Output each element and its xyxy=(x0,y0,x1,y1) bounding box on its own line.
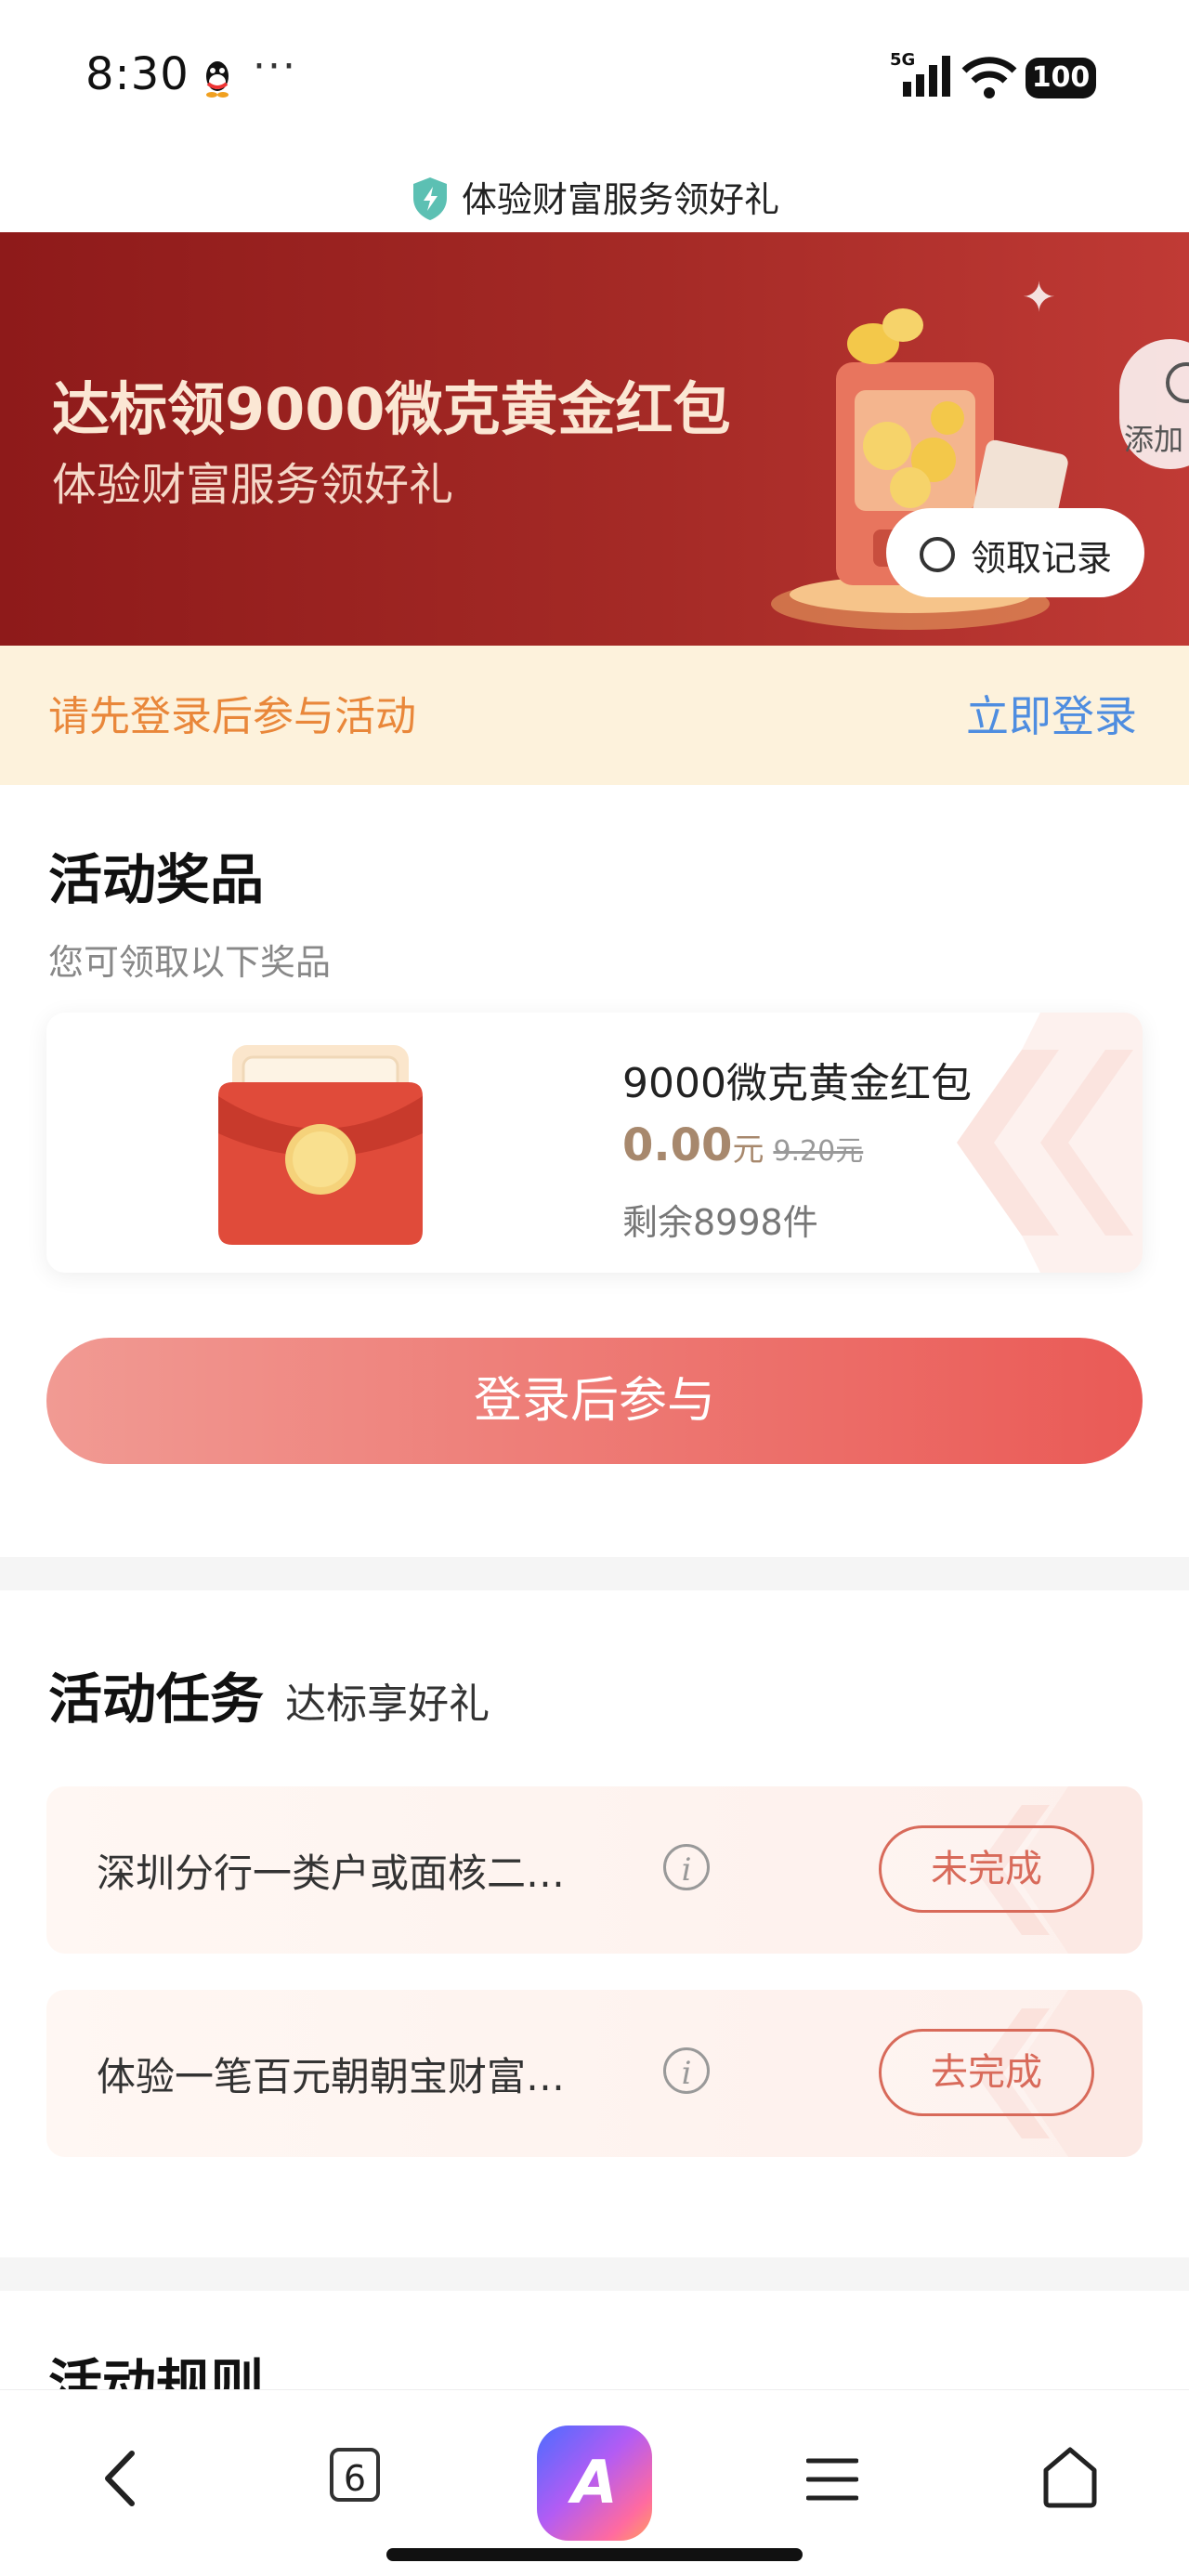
battery-indicator: 100 xyxy=(1026,58,1096,98)
task-text: 体验一笔百元朝朝宝财富… xyxy=(97,2054,566,2099)
prize-price-value: 0.00 xyxy=(622,1119,733,1171)
more-indicator-icon: ··· xyxy=(253,43,297,90)
tabs-button[interactable]: 6 xyxy=(330,2448,380,2502)
tasks-subtitle: 达标享好礼 xyxy=(285,1680,490,1728)
task-item: 深圳分行一类户或面核二… i 未完成 xyxy=(46,1786,1143,1954)
info-icon[interactable]: i xyxy=(663,1844,710,1890)
prize-price-unit: 元 xyxy=(732,1131,764,1169)
task-text: 深圳分行一类户或面核二… xyxy=(97,1850,566,1896)
login-to-join-button[interactable]: 登录后参与 xyxy=(46,1338,1143,1464)
tasks-title: 活动任务 xyxy=(48,1667,265,1731)
task-item: 体验一笔百元朝朝宝财富… i 去完成 xyxy=(46,1990,1143,2157)
prize-stock: 剩余8998件 xyxy=(622,1202,818,1243)
browser-bottom-bar: 6 A xyxy=(0,2389,1189,2576)
info-icon[interactable]: i xyxy=(663,2047,710,2094)
prize-price: 0.00元 9.20元 xyxy=(622,1119,863,1171)
login-now-link[interactable]: 立即登录 xyxy=(966,683,1137,744)
add-to-home-label: 添加 xyxy=(1124,422,1184,457)
history-icon xyxy=(920,537,955,572)
section-divider xyxy=(0,2257,1189,2291)
claim-record-label: 领取记录 xyxy=(971,538,1113,579)
home-indicator[interactable] xyxy=(386,2548,803,2561)
red-envelope-icon xyxy=(218,1045,423,1245)
status-bar: 8:30 ··· 5G 100 xyxy=(0,0,1189,158)
cellular-signal-icon: 5G xyxy=(890,50,950,97)
menu-icon[interactable] xyxy=(806,2455,858,2504)
home-icon[interactable] xyxy=(1040,2444,1100,2509)
login-notice: 请先登录后参与活动 立即登录 xyxy=(0,646,1189,785)
tasks-header: 活动任务 达标享好礼 xyxy=(48,1655,490,1733)
back-arrow-icon[interactable] xyxy=(93,2446,149,2511)
ai-assistant-button[interactable]: A xyxy=(537,2426,652,2541)
task-status-button[interactable]: 去完成 xyxy=(879,2029,1094,2116)
qq-icon xyxy=(206,61,229,98)
page-title-text: 体验财富服务领好礼 xyxy=(461,179,779,220)
prize-original-price: 9.20元 xyxy=(773,1135,864,1168)
section-divider xyxy=(0,1557,1189,1590)
shield-icon xyxy=(412,177,447,220)
promo-banner: 达标领9000微克黄金红包 体验财富服务领好礼 ✦ 添加 领取记录 xyxy=(0,232,1189,646)
banner-headline: 达标领9000微克黄金红包 xyxy=(52,375,731,443)
status-time: 8:30 xyxy=(85,48,189,100)
banner-subtitle: 体验财富服务领好礼 xyxy=(52,459,454,511)
prize-name: 9000微克黄金红包 xyxy=(622,1060,972,1107)
page-title: 体验财富服务领好礼 xyxy=(0,167,1189,232)
network-type: 5G xyxy=(890,50,915,70)
task-status-button[interactable]: 未完成 xyxy=(879,1825,1094,1913)
wifi-icon xyxy=(961,57,1017,98)
prize-card[interactable]: 9000微克黄金红包 0.00元 9.20元 剩余8998件 xyxy=(46,1013,1143,1273)
login-notice-text: 请先登录后参与活动 xyxy=(48,693,416,740)
prizes-title: 活动奖品 xyxy=(48,848,265,911)
sparkle-icon: ✦ xyxy=(1022,274,1056,321)
prizes-subtitle: 您可领取以下奖品 xyxy=(48,942,332,983)
